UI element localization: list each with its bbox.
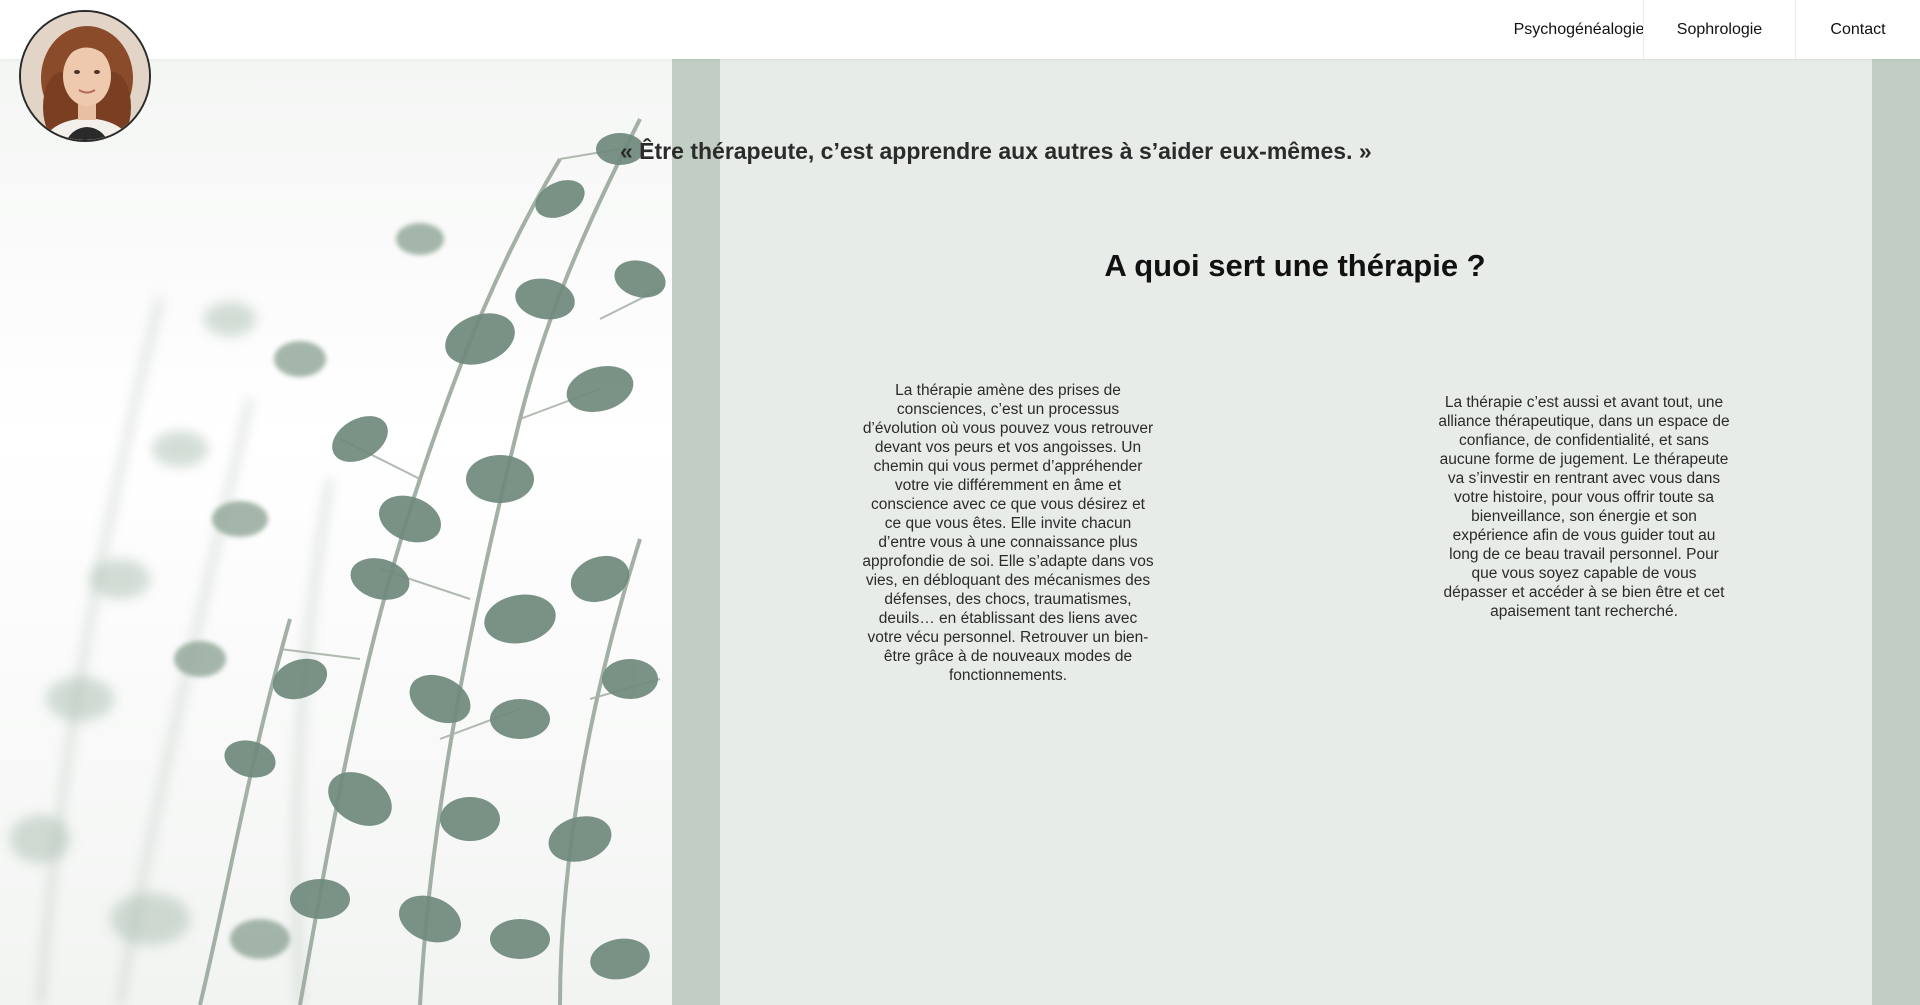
site-header: Psychogénéalogie Sophrologie Contact — [0, 0, 1920, 59]
accent-strip-left — [672, 59, 720, 1005]
paragraph-right: La thérapie c’est aussi et avant tout, u… — [1438, 394, 1730, 620]
nav-item-sophrologie[interactable]: Sophrologie — [1643, 0, 1795, 59]
avatar-photo — [21, 12, 149, 140]
eucalyptus-photo — [0, 59, 672, 1005]
section-heading: A quoi sert une thérapie ? — [1104, 248, 1486, 283]
nav-item-psychogenealogie[interactable]: Psychogénéalogie — [1514, 0, 1645, 59]
main-nav: Psychogénéalogie Sophrologie Contact — [1514, 0, 1920, 59]
nav-item-contact[interactable]: Contact — [1795, 0, 1920, 59]
accent-strip-right — [1872, 59, 1920, 1005]
eucalyptus-illustration — [10, 118, 666, 1005]
avatar[interactable] — [19, 10, 151, 142]
quote-text: « Être thérapeute, c’est apprendre aux a… — [620, 138, 1372, 164]
paragraph-left: La thérapie amène des prises de conscien… — [862, 382, 1154, 684]
